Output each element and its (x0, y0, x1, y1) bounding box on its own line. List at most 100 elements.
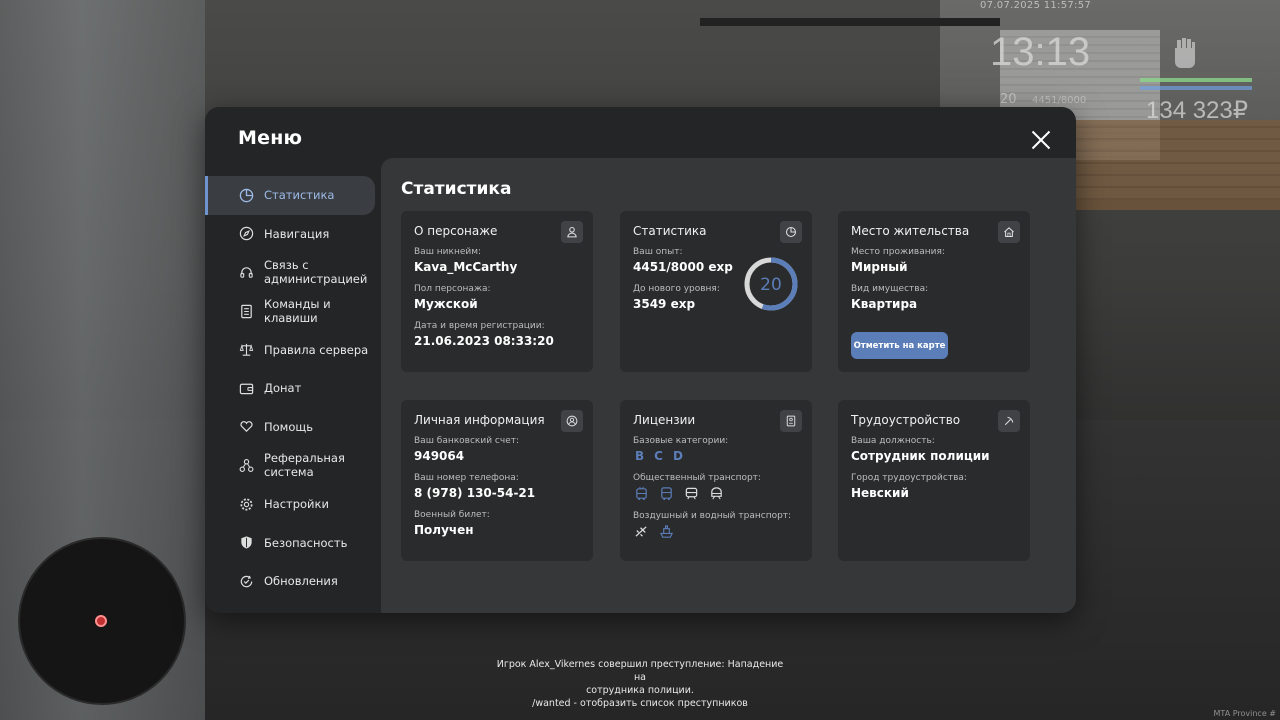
card-residence: Место жительства Место проживания: Мирны… (838, 211, 1030, 372)
hud-exp: 4451/8000 (1032, 95, 1087, 106)
sidebar-item-label: Помощь (264, 419, 314, 434)
shield-icon (238, 535, 254, 551)
air-water-transport-icons (634, 524, 799, 539)
license-category: D (672, 449, 683, 463)
content-panel: Статистика О персонаже Ваш никнейм: Kava… (381, 158, 1076, 613)
chat-line: /wanted - отобразить список преступников (532, 698, 748, 709)
military-id-value: Получен (414, 523, 474, 537)
phone-label: Ваш номер телефона: (414, 473, 519, 483)
hud-level: 20 (1000, 92, 1017, 107)
sidebar-item-statistics[interactable]: Статистика (205, 176, 375, 215)
sidebar-item-rules[interactable]: Правила сервера (205, 330, 381, 369)
card-character: О персонаже Ваш никнейм: Kava_McCarthy П… (401, 211, 593, 372)
user-icon (561, 221, 583, 243)
registration-label: Дата и время регистрации: (414, 321, 545, 331)
license-category: C (654, 449, 663, 463)
bus-icon (661, 487, 672, 501)
nickname-label: Ваш никнейм: (414, 247, 482, 257)
chat-message: Игрок Alex_Vikernes совершил преступлени… (490, 658, 790, 710)
tram-icon (685, 487, 698, 500)
headset-icon (238, 264, 254, 280)
compass-icon (238, 226, 254, 242)
menu-title: Меню (238, 127, 303, 149)
chat-line: Игрок Alex_Vikernes совершил преступлени… (496, 659, 784, 683)
mark-on-map-button[interactable]: Отметить на карте (851, 332, 948, 359)
sidebar-item-updates[interactable]: Обновления (205, 562, 381, 601)
card-employment: Трудоустройство Ваша должность: Сотрудни… (838, 400, 1030, 561)
game-brick-wall (1075, 120, 1280, 210)
nickname-value: Kava_McCarthy (414, 260, 518, 274)
user-circle-icon (561, 410, 583, 432)
residence-label: Место проживания: (851, 247, 945, 257)
sidebar-item-label: Реферальная система (264, 451, 345, 480)
card-title: Лицензии (633, 413, 696, 427)
base-categories-label: Базовые категории: (633, 436, 729, 446)
sidebar-item-label: Донат (264, 381, 302, 396)
card-title: Трудоустройство (851, 413, 961, 427)
phone-value: 8 (978) 130-54-21 (414, 486, 536, 500)
trolleybus-icon (636, 486, 647, 501)
work-city-label: Город трудоустройства: (851, 473, 967, 483)
sidebar-item-help[interactable]: Помощь (205, 408, 381, 447)
hud-datetime: 07.07.2025 11:57:57 (980, 0, 1092, 11)
sidebar-item-contact-admin[interactable]: Связь с администрацией (205, 253, 381, 292)
card-licenses: Лицензии Базовые категории: B C D Общест… (620, 400, 812, 561)
sidebar-item-label: Статистика (264, 188, 335, 203)
scales-icon (238, 342, 254, 358)
game-beam (700, 18, 1000, 26)
sidebar-item-navigation[interactable]: Навигация (205, 215, 381, 254)
property-type-value: Квартира (851, 297, 918, 311)
menu-window: Меню Статистика Навигация Связь с админи… (205, 107, 1076, 613)
chat-line: сотрудника полиции. (586, 685, 694, 696)
registration-value: 21.06.2023 08:33:20 (414, 334, 554, 348)
sidebar-item-label: Настройки (264, 497, 329, 512)
sidebar-item-commands[interactable]: Команды и клавиши (205, 292, 381, 331)
fist-icon (1175, 38, 1195, 68)
health-bar (1140, 78, 1252, 82)
heart-hand-icon (238, 419, 254, 435)
id-badge-icon (780, 410, 802, 432)
public-transport-icons (634, 486, 799, 501)
wallet-icon (238, 380, 254, 396)
sidebar-item-referral[interactable]: Реферальная система (205, 446, 381, 485)
position-label: Ваша должность: (851, 436, 935, 446)
pickaxe-icon (998, 410, 1020, 432)
property-type-label: Вид имущества: (851, 284, 929, 294)
sidebar-item-label: Связь с администрацией (264, 258, 368, 287)
bank-account-label: Ваш банковский счет: (414, 436, 520, 446)
card-title: О персонаже (414, 224, 498, 238)
sidebar-item-label: Навигация (264, 226, 330, 241)
sidebar-item-label: Правила сервера (264, 342, 369, 357)
sidebar-item-donate[interactable]: Донат (205, 369, 381, 408)
armor-bar (1140, 86, 1252, 90)
sidebar-item-label: Обновления (264, 574, 338, 589)
gender-value: Мужской (414, 297, 478, 311)
sidebar-item-security[interactable]: Безопасность (205, 523, 381, 562)
air-water-transport-label: Воздушный и водный транспорт: (633, 511, 792, 521)
gear-icon (238, 496, 254, 512)
sidebar: Статистика Навигация Связь с администрац… (205, 176, 381, 601)
license-categories: B C D (635, 449, 799, 463)
player-marker-icon (95, 615, 107, 627)
card-title: Место жительства (851, 224, 970, 238)
card-title: Статистика (633, 224, 707, 238)
card-personal: Личная информация Ваш банковский счет: 9… (401, 400, 593, 561)
license-category: B (635, 449, 645, 463)
sidebar-item-settings[interactable]: Настройки (205, 485, 381, 524)
gender-label: Пол персонажа: (414, 284, 491, 294)
sidebar-item-label: Безопасность (264, 535, 348, 550)
work-city-value: Невский (851, 486, 909, 500)
refresh-check-icon (238, 573, 254, 589)
pie-chart-icon (238, 187, 254, 203)
level-number: 20 (760, 275, 782, 295)
position-value: Сотрудник полиции (851, 449, 990, 463)
sidebar-item-label: Команды и клавиши (264, 297, 331, 326)
server-watermark: MTA Province # (1213, 709, 1276, 718)
hud-money: 134 323₽ (1146, 97, 1249, 124)
close-button[interactable] (1030, 129, 1052, 151)
card-title: Личная информация (414, 413, 545, 427)
boat-icon (659, 525, 674, 538)
level-progress-ring: 20 (744, 257, 798, 311)
list-document-icon (238, 303, 254, 319)
bank-account-value: 949064 (414, 449, 465, 463)
